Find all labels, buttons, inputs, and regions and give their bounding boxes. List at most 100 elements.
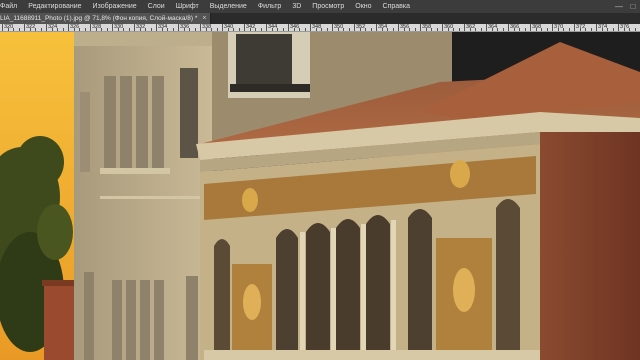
- image-canvas[interactable]: [0, 32, 640, 360]
- ruler-label: 364: [488, 24, 498, 30]
- ruler-minor-tick: [557, 28, 559, 31]
- ruler-label: 346: [290, 24, 300, 30]
- menu-layers[interactable]: Слои: [143, 0, 171, 13]
- ruler-major-tick: [596, 24, 597, 31]
- frieze-medallion-left: [242, 188, 258, 212]
- ruler-major-tick: [266, 24, 267, 31]
- ruler-major-tick: [112, 24, 113, 31]
- photo-venice-palazzo: [0, 32, 640, 360]
- horizontal-ruler[interactable]: 320 322 324 326 328 330 332 334 336 338 340 342 344 3…: [0, 24, 640, 32]
- right-wall: [540, 132, 640, 360]
- ruler-label: 348: [312, 24, 322, 30]
- ruler-major-tick: [332, 24, 333, 31]
- document-tab[interactable]: LIA_11688911_Photo (1).jpg @ 71,8% (Фон …: [0, 13, 212, 24]
- ruler-major-tick: [530, 24, 531, 31]
- ruler-major-tick: [376, 24, 377, 31]
- ruler-minor-tick: [546, 28, 548, 31]
- ruler-major-tick: [68, 24, 69, 31]
- menu-select[interactable]: Выделение: [205, 0, 253, 13]
- ruler-label: 344: [268, 24, 278, 30]
- ruler-minor-tick: [167, 28, 168, 31]
- ruler-minor-tick: [381, 28, 383, 31]
- ruler-minor-tick: [216, 28, 218, 31]
- ruler-minor-tick: [348, 28, 350, 31]
- frieze-medallion: [450, 160, 470, 188]
- ruler-label: 322: [26, 24, 36, 30]
- ruler-minor-tick: [497, 28, 498, 31]
- close-icon[interactable]: ×: [202, 15, 206, 22]
- balcony-ledge: [204, 350, 540, 360]
- ruler-minor-tick: [293, 28, 295, 31]
- left-cornice: [74, 32, 212, 46]
- ruler-minor-tick: [62, 28, 64, 31]
- mosaic-figure-left: [243, 284, 261, 320]
- ruler-minor-tick: [128, 28, 130, 31]
- menu-window[interactable]: Окно: [350, 0, 377, 13]
- ruler-minor-tick: [51, 28, 53, 31]
- ruler-minor-tick: [491, 28, 493, 31]
- ruler-minor-tick: [458, 28, 460, 31]
- ruler-minor-tick: [634, 28, 636, 31]
- ruler-major-tick: [464, 24, 465, 31]
- ruler-minor-tick: [414, 28, 416, 31]
- menu-bar: Файл Редактирование Изображение Слои Шри…: [0, 0, 640, 13]
- chimney-cap: [42, 280, 76, 286]
- ruler-label: 340: [224, 24, 234, 30]
- ruler-major-tick: [618, 24, 619, 31]
- minimize-icon[interactable]: —: [612, 0, 626, 13]
- ruler-label: 366: [510, 24, 520, 30]
- ruler-minor-tick: [145, 28, 146, 31]
- menu-view[interactable]: Просмотр: [307, 0, 350, 13]
- menu-filter[interactable]: Фильтр: [253, 0, 288, 13]
- ruler-minor-tick: [409, 28, 410, 31]
- ruler-major-tick: [134, 24, 135, 31]
- ruler-minor-tick: [101, 28, 102, 31]
- mosaic-figure-right: [453, 268, 475, 312]
- ruler-minor-tick: [403, 28, 405, 31]
- ruler-label: 338: [202, 24, 212, 30]
- ruler-minor-tick: [95, 28, 97, 31]
- menu-type[interactable]: Шрифт: [171, 0, 205, 13]
- ruler-minor-tick: [629, 28, 630, 31]
- ruler-minor-tick: [590, 28, 592, 31]
- ruler-minor-tick: [563, 28, 564, 31]
- ruler-minor-tick: [40, 28, 42, 31]
- maximize-icon[interactable]: □: [626, 0, 640, 13]
- menu-edit[interactable]: Редактирование: [23, 0, 87, 13]
- menu-3d[interactable]: 3D: [287, 0, 307, 13]
- ruler-major-tick: [156, 24, 157, 31]
- menu-help[interactable]: Справка: [378, 0, 416, 13]
- ruler-major-tick: [552, 24, 553, 31]
- ruler-minor-tick: [117, 28, 119, 31]
- ruler-minor-tick: [519, 28, 520, 31]
- ruler-minor-tick: [255, 28, 256, 31]
- ruler-minor-tick: [447, 28, 449, 31]
- ruler-label: 368: [532, 24, 542, 30]
- ruler-major-tick: [354, 24, 355, 31]
- ruler-minor-tick: [106, 28, 108, 31]
- ruler-major-tick: [288, 24, 289, 31]
- menu-image[interactable]: Изображение: [88, 0, 143, 13]
- menu-file[interactable]: Файл: [0, 0, 23, 13]
- ruler-major-tick: [222, 24, 223, 31]
- ruler-minor-tick: [431, 28, 432, 31]
- ruler-minor-tick: [425, 28, 427, 31]
- ruler-minor-tick: [123, 28, 124, 31]
- ruler-minor-tick: [299, 28, 300, 31]
- ruler-label: 356: [400, 24, 410, 30]
- ruler-minor-tick: [541, 28, 542, 31]
- ruler-minor-tick: [475, 28, 476, 31]
- ruler-minor-tick: [205, 28, 207, 31]
- balcony-window: [236, 34, 292, 92]
- ruler-minor-tick: [365, 28, 366, 31]
- ruler-minor-tick: [277, 28, 278, 31]
- ruler-minor-tick: [150, 28, 152, 31]
- ruler-minor-tick: [189, 28, 190, 31]
- ruler-label: 320: [4, 24, 14, 30]
- ruler-minor-tick: [161, 28, 163, 31]
- ruler-minor-tick: [612, 28, 614, 31]
- ruler-label: 372: [576, 24, 586, 30]
- ruler-major-tick: [24, 24, 25, 31]
- ruler-major-tick: [508, 24, 509, 31]
- ruler-major-tick: [2, 24, 3, 31]
